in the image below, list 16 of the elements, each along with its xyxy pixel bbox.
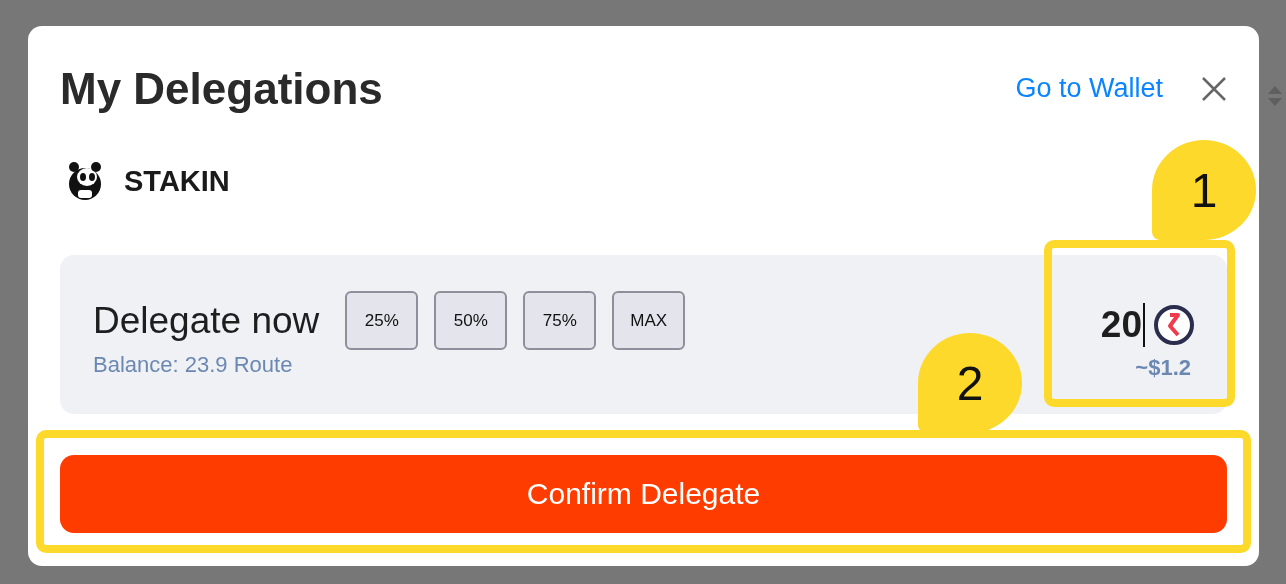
wallet-link[interactable]: Go to Wallet: [1015, 73, 1163, 105]
preset-button[interactable]: MAX: [612, 291, 686, 351]
preset-button[interactable]: 25%: [345, 291, 419, 351]
confirm-button[interactable]: Confirm Delegate: [60, 455, 1227, 533]
preset-button[interactable]: 75%: [523, 291, 597, 351]
dialog-title: My Delegations: [60, 63, 384, 114]
validator-name: STAKIN: [124, 164, 230, 198]
panda-icon: [66, 161, 104, 202]
token-icon: [1153, 303, 1195, 346]
sort-icon: [1266, 84, 1284, 108]
usd-value: ~$1.2: [1135, 354, 1191, 381]
close-button[interactable]: [1201, 75, 1227, 102]
balance-text: Balance: 23.9 Route: [93, 352, 294, 379]
amount-field[interactable]: 20: [1100, 302, 1145, 347]
preset-button[interactable]: 50%: [434, 291, 508, 351]
delegate-heading: Delegate now: [93, 299, 320, 342]
